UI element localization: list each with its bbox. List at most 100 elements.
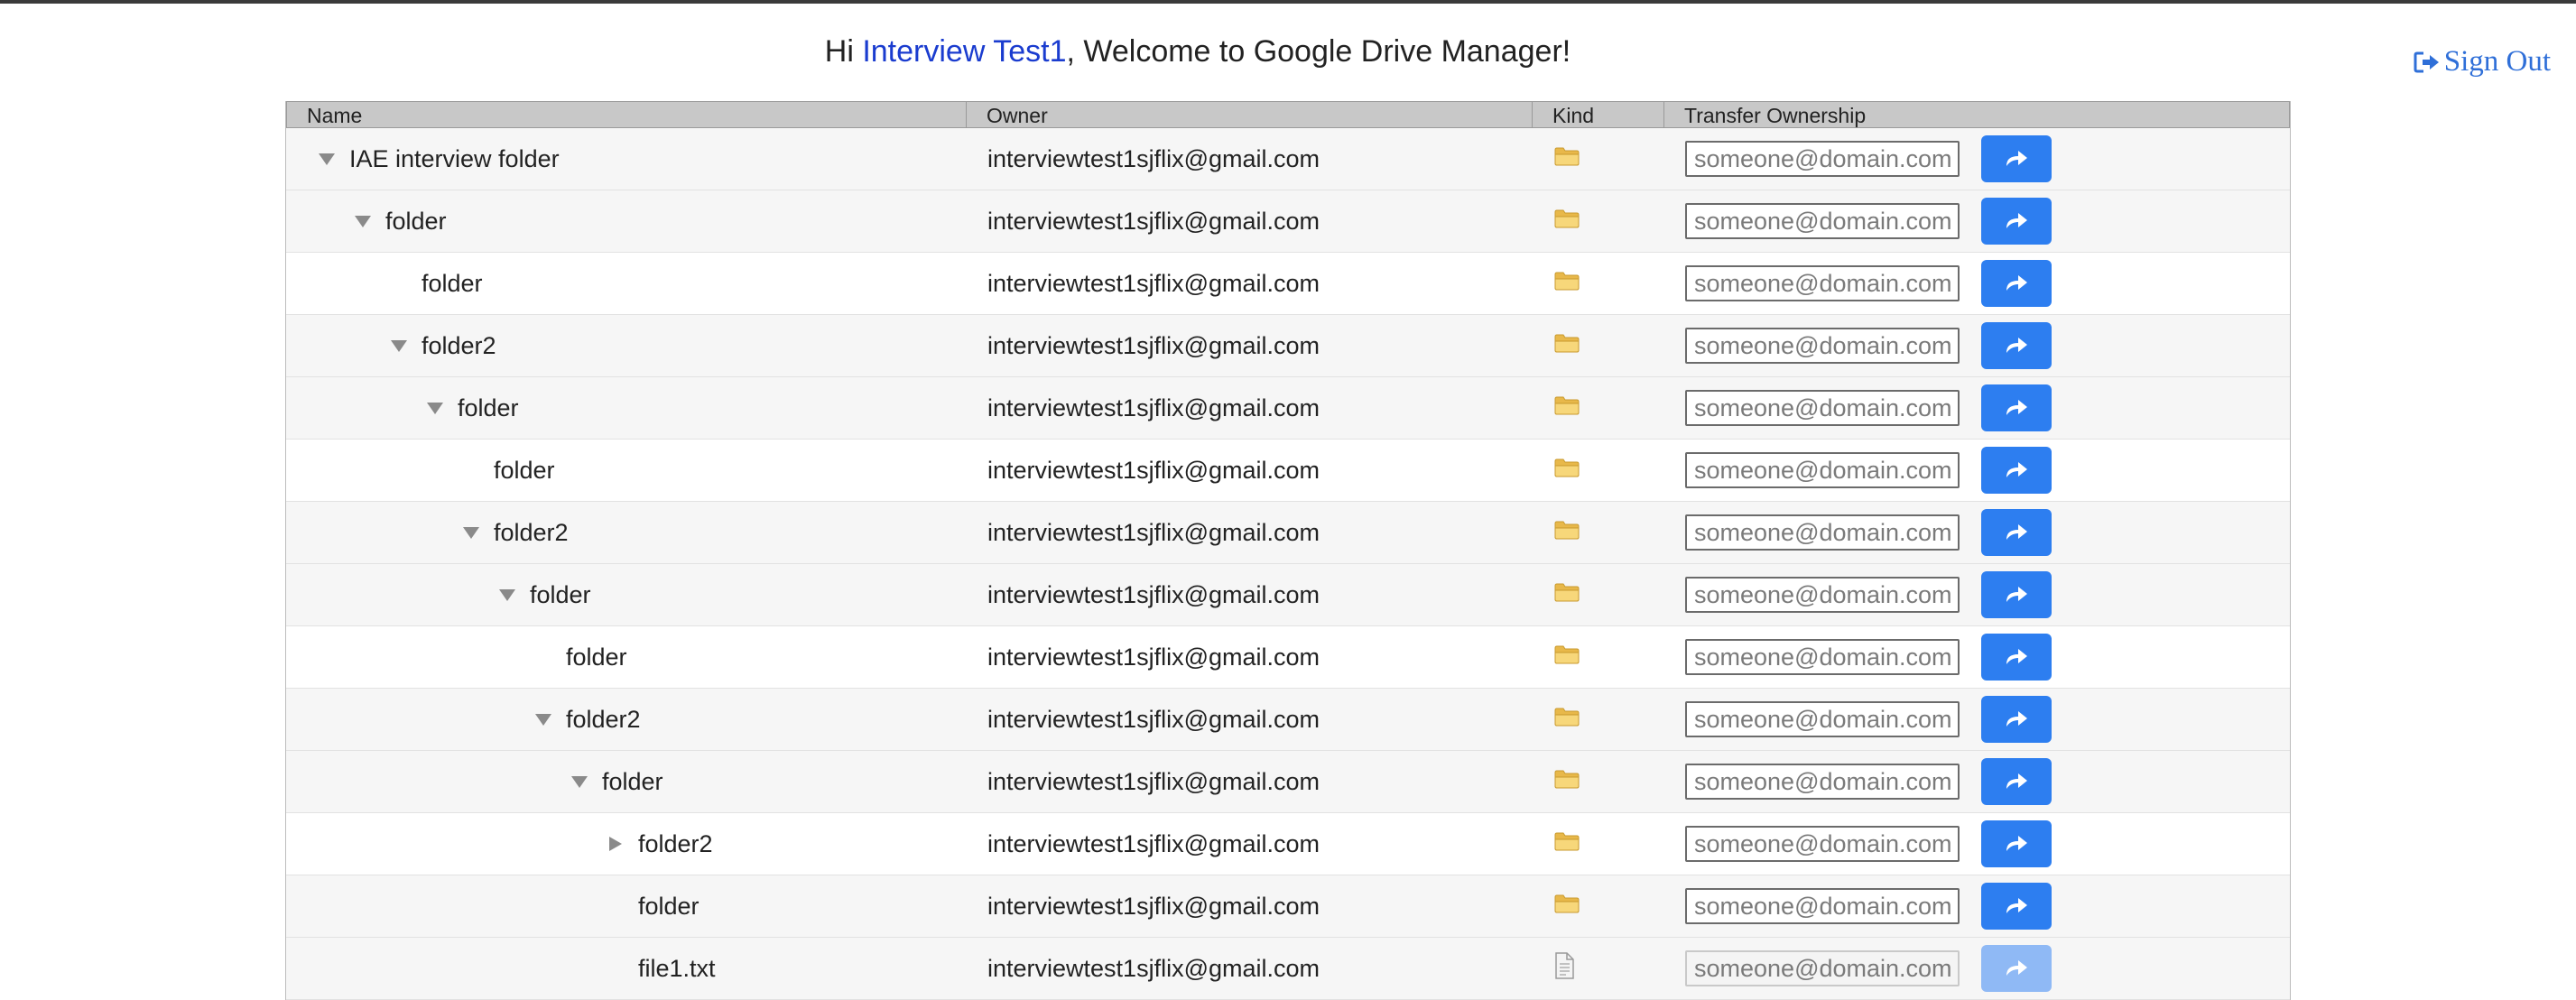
transfer-ownership-button[interactable] xyxy=(1981,509,2052,556)
name-cell: folder xyxy=(286,564,966,625)
triangle-down-icon[interactable] xyxy=(496,586,519,604)
owner-cell: interviewtest1sjflix@gmail.com xyxy=(966,440,1532,501)
transfer-ownership-cell xyxy=(1663,315,2290,376)
owner-email: interviewtest1sjflix@gmail.com xyxy=(987,518,1320,546)
new-owner-email-input[interactable] xyxy=(1685,764,1960,800)
table-row: IAE interview folder interviewtest1sjflix… xyxy=(286,128,2290,190)
triangle-down-icon[interactable] xyxy=(387,337,411,355)
drive-files-table: Name Owner Kind Transfer Ownership IAE i… xyxy=(285,101,2291,1000)
folder-icon xyxy=(1553,208,1580,236)
column-header-transfer-ownership: Transfer Ownership xyxy=(1684,104,1867,127)
new-owner-email-input[interactable] xyxy=(1685,577,1960,613)
name-cell: folder xyxy=(286,377,966,439)
new-owner-email-input[interactable] xyxy=(1685,888,1960,924)
transfer-ownership-button[interactable] xyxy=(1981,945,2052,992)
new-owner-email-input[interactable] xyxy=(1685,141,1960,177)
folder-icon xyxy=(1553,394,1580,422)
owner-email: interviewtest1sjflix@gmail.com xyxy=(987,580,1320,608)
transfer-ownership-button[interactable] xyxy=(1981,634,2052,681)
transfer-ownership-cell xyxy=(1663,128,2290,190)
share-arrow-icon xyxy=(2004,584,2029,606)
name-cell: folder2 xyxy=(286,689,966,750)
table-row: folder2 interviewtest1sjflix@gmail.com xyxy=(286,502,2290,564)
file-icon xyxy=(1553,951,1575,986)
folder-icon xyxy=(1553,332,1580,360)
item-name: file1.txt xyxy=(638,954,716,982)
table-row: folder2 interviewtest1sjflix@gmail.com xyxy=(286,689,2290,751)
name-cell: folder xyxy=(286,875,966,937)
table-row: folder interviewtest1sjflix@gmail.com xyxy=(286,564,2290,626)
folder-icon xyxy=(1553,457,1580,485)
table-body: IAE interview folder interviewtest1sjflix… xyxy=(286,128,2290,1000)
triangle-down-icon[interactable] xyxy=(315,150,338,168)
new-owner-email-input[interactable] xyxy=(1685,452,1960,488)
transfer-ownership-button[interactable] xyxy=(1981,447,2052,494)
owner-email: interviewtest1sjflix@gmail.com xyxy=(987,456,1320,484)
new-owner-email-input[interactable] xyxy=(1685,390,1960,426)
transfer-ownership-button[interactable] xyxy=(1981,260,2052,307)
transfer-ownership-button[interactable] xyxy=(1981,883,2052,930)
table-row: folder interviewtest1sjflix@gmail.com xyxy=(286,751,2290,813)
owner-cell: interviewtest1sjflix@gmail.com xyxy=(966,875,1532,937)
triangle-down-icon[interactable] xyxy=(459,523,483,542)
new-owner-email-input[interactable] xyxy=(1685,265,1960,301)
owner-email: interviewtest1sjflix@gmail.com xyxy=(987,394,1320,421)
triangle-down-icon[interactable] xyxy=(568,773,591,791)
item-name: folder2 xyxy=(566,705,641,733)
owner-cell: interviewtest1sjflix@gmail.com xyxy=(966,502,1532,563)
share-arrow-icon xyxy=(2004,833,2029,856)
new-owner-email-input[interactable] xyxy=(1685,701,1960,737)
new-owner-email-input[interactable] xyxy=(1685,514,1960,551)
transfer-ownership-cell xyxy=(1663,440,2290,501)
triangle-right-icon[interactable] xyxy=(604,835,627,853)
share-arrow-icon xyxy=(2004,335,2029,357)
item-name: folder xyxy=(638,892,700,920)
transfer-ownership-button[interactable] xyxy=(1981,696,2052,743)
transfer-ownership-button[interactable] xyxy=(1981,198,2052,245)
transfer-ownership-button[interactable] xyxy=(1981,135,2052,182)
sign-out-link[interactable]: Sign Out xyxy=(2414,45,2551,79)
owner-email: interviewtest1sjflix@gmail.com xyxy=(987,954,1320,982)
kind-cell xyxy=(1532,689,1663,750)
folder-icon xyxy=(1553,893,1580,921)
table-row: folder interviewtest1sjflix@gmail.com xyxy=(286,626,2290,689)
welcome-message: Hi Interview Test1, Welcome to Google Dr… xyxy=(0,34,2395,69)
triangle-down-icon[interactable] xyxy=(351,212,375,230)
transfer-ownership-button[interactable] xyxy=(1981,820,2052,867)
kind-cell xyxy=(1532,377,1663,439)
new-owner-email-input[interactable] xyxy=(1685,639,1960,675)
owner-email: interviewtest1sjflix@gmail.com xyxy=(987,892,1320,920)
transfer-ownership-cell xyxy=(1663,190,2290,252)
new-owner-email-input[interactable] xyxy=(1685,328,1960,364)
owner-email: interviewtest1sjflix@gmail.com xyxy=(987,705,1320,733)
table-row: file1.txt interviewtest1sjflix@gmail.com xyxy=(286,938,2290,1000)
new-owner-email-input[interactable] xyxy=(1685,950,1960,986)
transfer-ownership-cell xyxy=(1663,564,2290,625)
share-arrow-icon xyxy=(2004,958,2029,980)
folder-icon xyxy=(1553,145,1580,173)
transfer-ownership-button[interactable] xyxy=(1981,571,2052,618)
item-name: folder xyxy=(566,643,627,671)
item-name: folder xyxy=(494,456,555,484)
owner-cell: interviewtest1sjflix@gmail.com xyxy=(966,564,1532,625)
triangle-down-icon[interactable] xyxy=(423,399,447,417)
folder-icon xyxy=(1553,519,1580,547)
owner-cell: interviewtest1sjflix@gmail.com xyxy=(966,315,1532,376)
share-arrow-icon xyxy=(2004,522,2029,544)
name-cell: folder xyxy=(286,190,966,252)
sign-out-icon xyxy=(2414,51,2441,74)
new-owner-email-input[interactable] xyxy=(1685,203,1960,239)
transfer-ownership-button[interactable] xyxy=(1981,758,2052,805)
owner-email: interviewtest1sjflix@gmail.com xyxy=(987,331,1320,359)
transfer-ownership-button[interactable] xyxy=(1981,322,2052,369)
triangle-down-icon[interactable] xyxy=(532,710,555,728)
greeting-suffix: , Welcome to Google Drive Manager! xyxy=(1066,34,1571,69)
table-row: folder2 interviewtest1sjflix@gmail.com xyxy=(286,315,2290,377)
transfer-ownership-button[interactable] xyxy=(1981,384,2052,431)
name-cell: folder xyxy=(286,626,966,688)
folder-icon xyxy=(1553,644,1580,671)
owner-email: interviewtest1sjflix@gmail.com xyxy=(987,144,1320,172)
new-owner-email-input[interactable] xyxy=(1685,826,1960,862)
owner-email: interviewtest1sjflix@gmail.com xyxy=(987,829,1320,857)
item-name: folder2 xyxy=(638,829,713,857)
